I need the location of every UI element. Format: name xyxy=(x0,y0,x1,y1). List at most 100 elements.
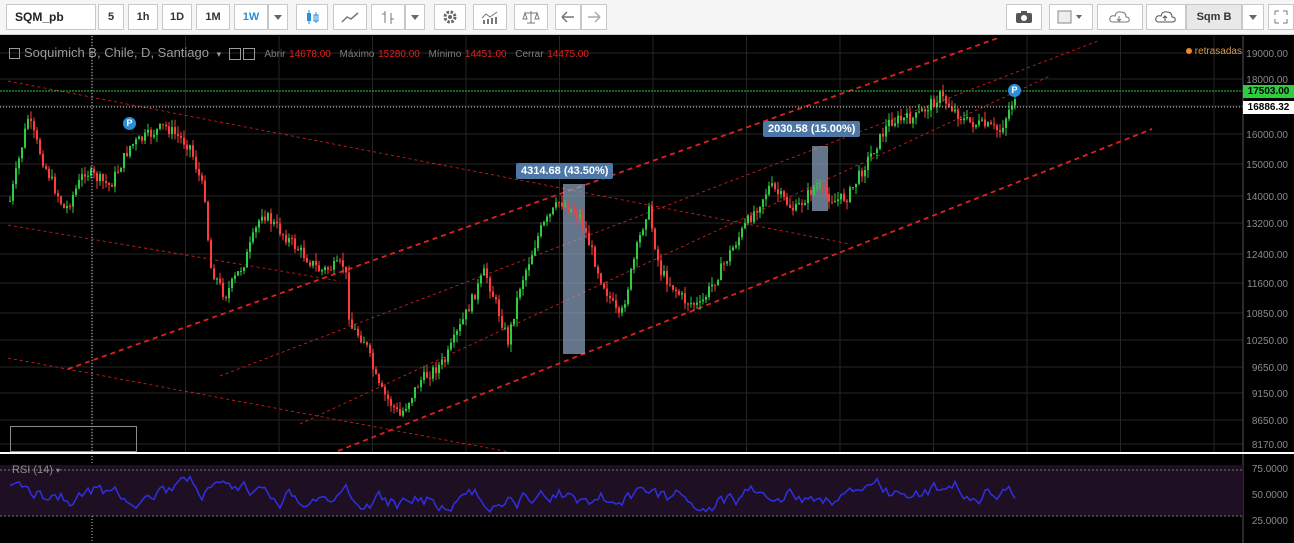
candle-body xyxy=(297,248,299,251)
redo-button[interactable] xyxy=(581,4,607,30)
compare-button[interactable] xyxy=(514,4,548,30)
chart-color-button[interactable] xyxy=(1049,4,1093,30)
interval-dropdown-button[interactable] xyxy=(268,4,288,30)
candle-body xyxy=(102,174,104,182)
candle-body xyxy=(87,175,89,177)
candle-body xyxy=(570,209,572,212)
indicators-button[interactable] xyxy=(473,4,507,30)
interval-5-button[interactable]: 5 xyxy=(98,4,124,30)
candle-body xyxy=(714,284,716,286)
candle-body xyxy=(936,102,938,108)
delayed-label: retrasadas xyxy=(1194,46,1242,57)
load-cloud-button[interactable] xyxy=(1097,4,1143,30)
symbol-input[interactable]: SQM_pb xyxy=(6,4,96,30)
interval-1m-button[interactable]: 1M xyxy=(196,4,230,30)
candle-body xyxy=(459,324,461,331)
candle-body xyxy=(489,277,491,292)
candle-body xyxy=(819,185,821,187)
candle-body xyxy=(237,271,239,276)
last-price-tag: 17503.00 xyxy=(1243,85,1294,98)
candles-style-button[interactable] xyxy=(296,4,328,30)
save-cloud-button[interactable] xyxy=(1146,4,1186,30)
candle-body xyxy=(633,259,635,269)
price-tick-label: 15000.00 xyxy=(1246,160,1288,171)
candle-body xyxy=(279,223,281,235)
style-dropdown-button[interactable] xyxy=(405,4,425,30)
candle-body xyxy=(369,344,371,353)
fullscreen-button[interactable] xyxy=(1268,4,1294,30)
candle-body xyxy=(828,193,830,202)
candle-body xyxy=(549,214,551,217)
candle-body xyxy=(672,285,674,290)
candle-body xyxy=(594,247,596,267)
candle-body xyxy=(501,316,503,328)
candle-body xyxy=(588,232,590,246)
snapshot-button[interactable] xyxy=(1006,4,1042,30)
candle-body xyxy=(60,196,62,204)
bar-style-button[interactable] xyxy=(371,4,405,30)
candle-body xyxy=(669,284,671,286)
interval-1w-button[interactable]: 1W xyxy=(234,4,268,30)
candle-body xyxy=(519,289,521,298)
candle-body xyxy=(894,123,896,126)
price-chart[interactable]: 19000.0018000.0017000.0016000.0015000.00… xyxy=(0,36,1294,543)
candle-body xyxy=(498,299,500,317)
candle-body xyxy=(720,263,722,281)
collapse-icon[interactable] xyxy=(9,48,20,60)
candle-body xyxy=(318,265,320,272)
candle-body xyxy=(366,342,368,345)
interval-1h-button[interactable]: 1h xyxy=(128,4,158,30)
candle-body xyxy=(438,364,440,374)
candle-body xyxy=(729,250,731,262)
navigator-box[interactable] xyxy=(10,426,137,452)
settings-button[interactable] xyxy=(434,4,466,30)
candle-body xyxy=(807,189,809,204)
candle-body xyxy=(738,237,740,246)
title-dropdown-icon[interactable]: ▾ xyxy=(217,49,222,59)
candle-body xyxy=(228,288,230,299)
candle-body xyxy=(120,167,122,172)
candle-body xyxy=(687,303,689,305)
legend-buttons-icon[interactable] xyxy=(228,47,241,60)
candle-body xyxy=(384,386,386,395)
line-style-button[interactable] xyxy=(333,4,367,30)
rsi-dropdown-icon[interactable]: ▾ xyxy=(56,466,60,475)
candle-body xyxy=(72,194,74,207)
candle-body xyxy=(681,293,683,295)
candle-body xyxy=(537,236,539,249)
event-marker-1[interactable]: P xyxy=(123,117,136,130)
open-value: 14678.00 xyxy=(289,49,331,60)
square-icon xyxy=(1057,10,1082,24)
candle-body xyxy=(990,122,992,125)
candle-body xyxy=(951,106,953,112)
low-value: 14451.00 xyxy=(464,49,507,60)
price-tick-label: 16000.00 xyxy=(1246,130,1288,141)
undo-button[interactable] xyxy=(555,4,581,30)
compare-symbol-button[interactable]: Sqm B xyxy=(1186,4,1242,30)
low-label: Mínimo xyxy=(428,49,462,60)
candle-body xyxy=(333,261,335,270)
legend-buttons-icon[interactable] xyxy=(242,47,255,60)
candle-body xyxy=(813,186,815,195)
candle-body xyxy=(771,183,773,186)
candle-body xyxy=(747,215,749,224)
chevron-down-icon xyxy=(274,14,282,20)
event-marker-2[interactable]: P xyxy=(1008,84,1021,97)
candle-body xyxy=(651,206,653,229)
interval-1d-button[interactable]: 1D xyxy=(162,4,192,30)
candle-body xyxy=(933,99,935,108)
candle-body xyxy=(450,342,452,350)
candle-body xyxy=(615,300,617,308)
candle-body xyxy=(552,207,554,215)
compare-dropdown-button[interactable] xyxy=(1242,4,1264,30)
candle-body xyxy=(156,128,158,135)
candle-body xyxy=(708,286,710,297)
candle-body xyxy=(864,169,866,177)
candle-body xyxy=(621,307,623,313)
candle-body xyxy=(861,170,863,177)
candle-body xyxy=(984,119,986,127)
candle-body xyxy=(504,327,506,329)
candle-body xyxy=(597,266,599,274)
candle-body xyxy=(774,183,776,190)
candle-body xyxy=(210,240,212,269)
